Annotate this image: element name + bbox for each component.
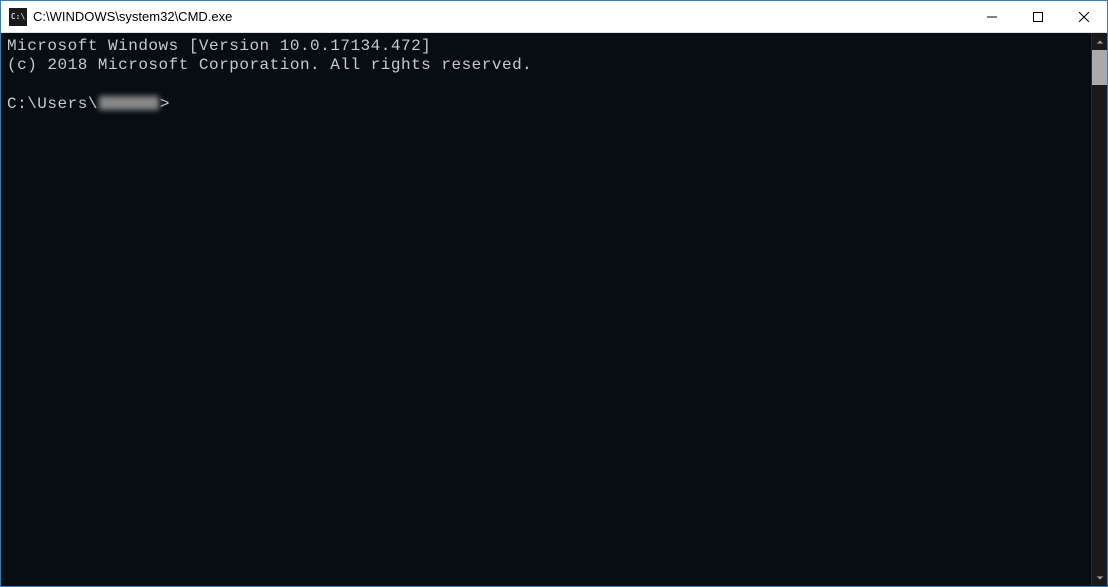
cmd-window: C:\ C:\WINDOWS\system32\CMD.exe Microsof… xyxy=(0,0,1108,587)
cmd-icon: C:\ xyxy=(9,8,27,26)
copyright-line: (c) 2018 Microsoft Corporation. All righ… xyxy=(7,56,532,74)
window-controls xyxy=(969,1,1107,32)
chevron-up-icon xyxy=(1096,38,1104,46)
prompt-prefix: C:\Users\ xyxy=(7,95,98,113)
scroll-up-button[interactable] xyxy=(1092,33,1107,50)
scroll-thumb[interactable] xyxy=(1092,50,1107,85)
scroll-track[interactable] xyxy=(1092,50,1107,569)
minimize-icon xyxy=(987,12,997,22)
titlebar[interactable]: C:\ C:\WINDOWS\system32\CMD.exe xyxy=(1,1,1107,33)
window-title: C:\WINDOWS\system32\CMD.exe xyxy=(33,9,969,24)
console-output[interactable]: Microsoft Windows [Version 10.0.17134.47… xyxy=(1,33,1091,586)
close-button[interactable] xyxy=(1061,1,1107,32)
scroll-down-button[interactable] xyxy=(1092,569,1107,586)
maximize-button[interactable] xyxy=(1015,1,1061,32)
prompt-suffix: > xyxy=(160,95,170,113)
command-prompt: C:\Users\ > xyxy=(7,95,170,113)
close-icon xyxy=(1079,12,1089,22)
minimize-button[interactable] xyxy=(969,1,1015,32)
blurred-username xyxy=(99,96,159,110)
maximize-icon xyxy=(1033,12,1043,22)
chevron-down-icon xyxy=(1096,574,1104,582)
version-line: Microsoft Windows [Version 10.0.17134.47… xyxy=(7,37,431,55)
vertical-scrollbar[interactable] xyxy=(1091,33,1107,586)
console-area: Microsoft Windows [Version 10.0.17134.47… xyxy=(1,33,1107,586)
